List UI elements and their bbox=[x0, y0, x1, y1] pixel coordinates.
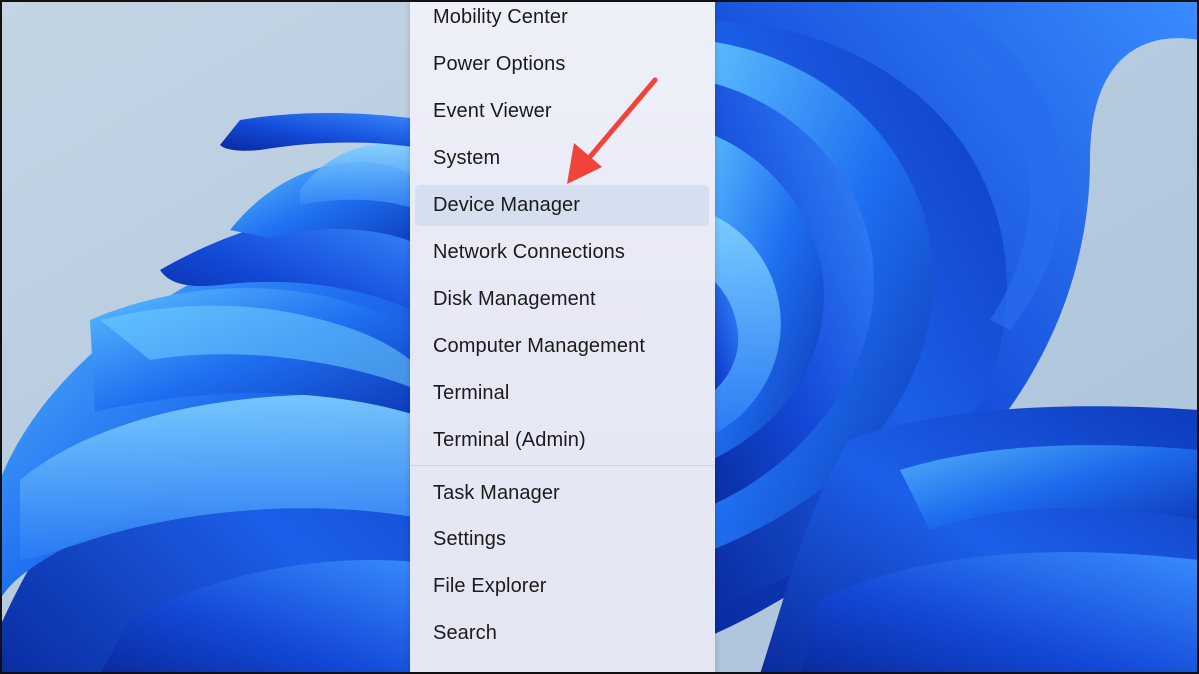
menu-item-label: Settings bbox=[433, 528, 507, 550]
menu-item-label: Mobility Center bbox=[433, 6, 568, 28]
menu-item-label: System bbox=[433, 147, 501, 169]
menu-item-power-options[interactable]: Power Options bbox=[415, 44, 709, 85]
menu-item-label: Power Options bbox=[433, 53, 566, 75]
menu-item-settings[interactable]: Settings bbox=[415, 519, 709, 560]
menu-item-search[interactable]: Search bbox=[415, 613, 709, 654]
menu-item-device-manager[interactable]: Device Manager bbox=[415, 185, 709, 226]
menu-item-label: Network Connections bbox=[433, 241, 625, 263]
menu-item-file-explorer[interactable]: File Explorer bbox=[415, 566, 709, 607]
menu-item-label: Task Manager bbox=[433, 482, 560, 504]
menu-item-label: Disk Management bbox=[433, 288, 596, 310]
menu-item-label: Terminal bbox=[433, 382, 510, 404]
menu-item-label: Device Manager bbox=[433, 194, 581, 216]
menu-item-event-viewer[interactable]: Event Viewer bbox=[415, 91, 709, 132]
menu-item-label: File Explorer bbox=[433, 575, 547, 597]
menu-item-network-connections[interactable]: Network Connections bbox=[415, 232, 709, 273]
menu-item-label: Terminal (Admin) bbox=[433, 429, 586, 451]
menu-item-system[interactable]: System bbox=[415, 138, 709, 179]
menu-item-mobility-center[interactable]: Mobility Center bbox=[415, 0, 709, 38]
menu-item-computer-management[interactable]: Computer Management bbox=[415, 326, 709, 367]
menu-item-label: Search bbox=[433, 622, 497, 644]
winx-context-menu: Mobility Center Power Options Event Viewer… bbox=[410, 0, 715, 674]
menu-item-terminal-admin[interactable]: Terminal (Admin) bbox=[415, 420, 709, 461]
menu-item-terminal[interactable]: Terminal bbox=[415, 373, 709, 414]
menu-item-task-manager[interactable]: Task Manager bbox=[415, 473, 709, 514]
menu-item-disk-management[interactable]: Disk Management bbox=[415, 279, 709, 320]
menu-item-label: Computer Management bbox=[433, 335, 646, 357]
menu-item-label: Event Viewer bbox=[433, 100, 552, 122]
menu-divider bbox=[410, 465, 715, 466]
